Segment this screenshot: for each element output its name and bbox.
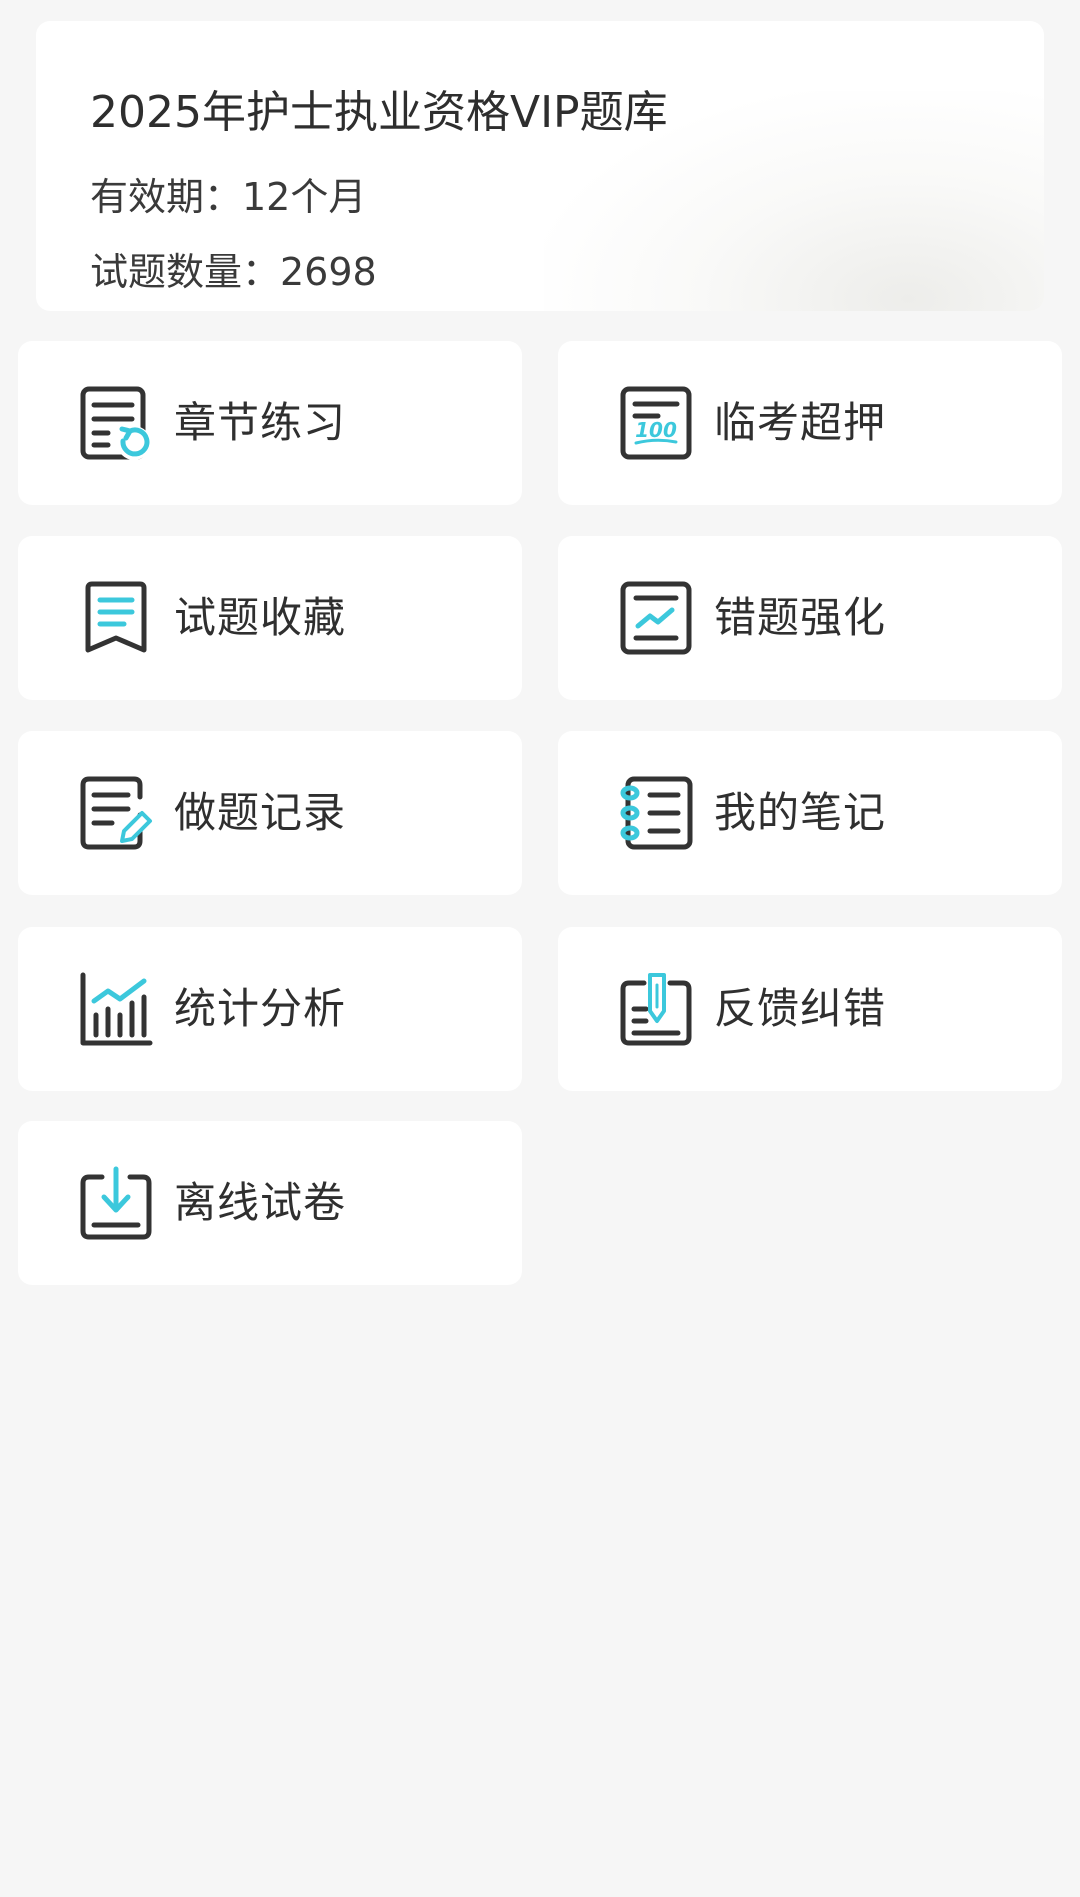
menu-exam-predict[interactable]: 100 临考超押 <box>558 341 1062 505</box>
menu-label: 统计分析 <box>174 984 347 1033</box>
feedback-icon <box>618 971 694 1047</box>
question-bank-title: 2025年护士执业资格VIP题库 <box>90 87 668 138</box>
menu-label: 反馈纠错 <box>714 984 887 1033</box>
wrong-questions-icon <box>618 580 694 656</box>
menu-label: 我的笔记 <box>714 788 887 837</box>
menu-chapter-practice[interactable]: 章节练习 <box>18 341 522 505</box>
menu-label: 试题收藏 <box>174 593 347 642</box>
exam-predict-icon: 100 <box>618 385 694 461</box>
chapter-practice-icon <box>78 385 154 461</box>
menu-label: 错题强化 <box>714 593 887 642</box>
menu-practice-record[interactable]: 做题记录 <box>18 731 522 895</box>
menu-label: 临考超押 <box>714 398 887 447</box>
validity-period: 有效期：12个月 <box>90 175 367 219</box>
menu-wrong-questions[interactable]: 错题强化 <box>558 536 1062 700</box>
bookmark-icon <box>78 580 154 656</box>
menu-label: 离线试卷 <box>174 1178 347 1227</box>
menu-bookmarked-questions[interactable]: 试题收藏 <box>18 536 522 700</box>
statistics-icon <box>78 971 154 1047</box>
menu-feedback[interactable]: 反馈纠错 <box>558 927 1062 1091</box>
menu-my-notes[interactable]: 我的笔记 <box>558 731 1062 895</box>
notebook-icon <box>618 775 694 851</box>
question-count: 试题数量：2698 <box>90 250 377 294</box>
menu-label: 章节练习 <box>174 398 347 447</box>
svg-text:100: 100 <box>635 418 677 442</box>
menu-label: 做题记录 <box>174 788 347 837</box>
offline-download-icon <box>78 1165 154 1241</box>
practice-record-icon <box>78 775 154 851</box>
menu-offline-papers[interactable]: 离线试卷 <box>18 1121 522 1285</box>
question-bank-info-card: 2025年护士执业资格VIP题库 有效期：12个月 试题数量：2698 <box>36 21 1044 311</box>
menu-statistics[interactable]: 统计分析 <box>18 927 522 1091</box>
